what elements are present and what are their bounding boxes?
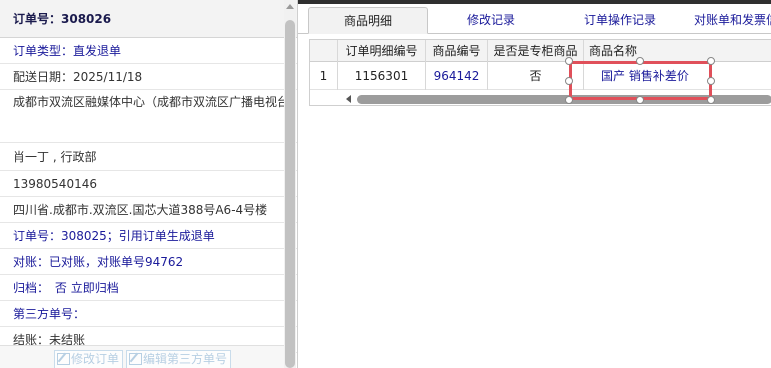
delivery-date: 配送日期：2025/11/18 bbox=[0, 64, 297, 90]
tab-product-details[interactable]: 商品明细 bbox=[308, 7, 428, 34]
selection-handle[interactable] bbox=[565, 57, 573, 65]
archive-value: 否 bbox=[54, 281, 67, 295]
tab-reconcile-invoice[interactable]: 对账单和发票信 bbox=[686, 7, 771, 34]
contact-phone: 13980540146 bbox=[0, 171, 297, 197]
reconcile-status: 对账：已对账，对账单号94762 bbox=[0, 249, 297, 275]
edit-icon bbox=[57, 353, 70, 365]
delivery-address-text: 成都市双流区融媒体中心（成都市双流区广播电视台） bbox=[13, 95, 298, 109]
order-number: 订单号：308026 bbox=[0, 0, 297, 38]
selection-handle[interactable] bbox=[565, 77, 573, 85]
row-detail-no: 1156301 bbox=[338, 62, 426, 90]
row-product-no-link[interactable]: 964142 bbox=[426, 62, 488, 90]
edit-icon bbox=[129, 353, 142, 365]
delivery-address: 成都市双流区融媒体中心（成都市双流区广播电视台） bbox=[0, 90, 297, 143]
selection-handle[interactable] bbox=[707, 77, 715, 85]
scroll-left-arrow-icon[interactable] bbox=[346, 95, 351, 103]
order-type: 订单类型：直发退单 bbox=[0, 38, 297, 64]
contact-person: 肖一丁 , 行政部 bbox=[0, 143, 297, 171]
header-detail-no[interactable]: 订单明细编号 bbox=[338, 40, 426, 62]
header-product-name[interactable]: 商品名称 bbox=[584, 40, 771, 62]
edit-order-label: 修改订单 bbox=[71, 352, 120, 366]
detail-panel: 商品明细 修改记录 订单操作记录 对账单和发票信 订单明细编号 商品编号 是否是… bbox=[298, 0, 771, 368]
bottom-action-bar: 修改订单 编辑第三方单号 bbox=[0, 345, 290, 368]
table-row[interactable]: 1 1156301 964142 否 国产 销售补差价 bbox=[310, 62, 771, 90]
edit-third-party-button[interactable]: 编辑第三方单号 bbox=[126, 350, 232, 368]
grid-header: 订单明细编号 商品编号 是否是专柜商品 商品名称 bbox=[310, 40, 771, 62]
tab-modification-log[interactable]: 修改记录 bbox=[446, 7, 536, 34]
tab-order-operation-log[interactable]: 订单操作记录 bbox=[566, 7, 674, 34]
selection-handle[interactable] bbox=[636, 96, 644, 104]
edit-third-party-label: 编辑第三方单号 bbox=[143, 352, 228, 366]
row-index: 1 bbox=[310, 62, 338, 90]
archive-now-link[interactable]: 立即归档 bbox=[71, 281, 119, 295]
selection-handle[interactable] bbox=[636, 57, 644, 65]
edit-order-button[interactable]: 修改订单 bbox=[54, 350, 124, 368]
archive-label: 归档： bbox=[13, 281, 50, 295]
row-is-counter: 否 bbox=[488, 62, 584, 90]
left-panel-scrollbar-thumb[interactable] bbox=[285, 20, 295, 368]
third-party-number: 第三方单号： bbox=[0, 301, 297, 327]
region-address: 四川省.成都市.双流区.国芯大道388号A6-4号楼 bbox=[0, 197, 297, 223]
archive-status: 归档： 否 立即归档 bbox=[0, 275, 297, 301]
product-detail-grid: 订单明细编号 商品编号 是否是专柜商品 商品名称 1 1156301 96414… bbox=[309, 39, 771, 106]
scroll-up-arrow-icon[interactable] bbox=[286, 4, 294, 9]
selection-handle[interactable] bbox=[565, 96, 573, 104]
row-product-name-link[interactable]: 国产 销售补差价 bbox=[584, 62, 771, 90]
selection-handle[interactable] bbox=[707, 96, 715, 104]
reference-order: 订单号：308025；引用订单生成退单 bbox=[0, 223, 297, 249]
selection-handle[interactable] bbox=[707, 57, 715, 65]
header-product-no[interactable]: 商品编号 bbox=[426, 40, 488, 62]
header-index bbox=[310, 40, 338, 62]
order-info-panel: 订单号：308026 订单类型：直发退单 配送日期：2025/11/18 成都市… bbox=[0, 0, 298, 368]
tab-bar: 商品明细 修改记录 订单操作记录 对账单和发票信 bbox=[298, 4, 771, 34]
